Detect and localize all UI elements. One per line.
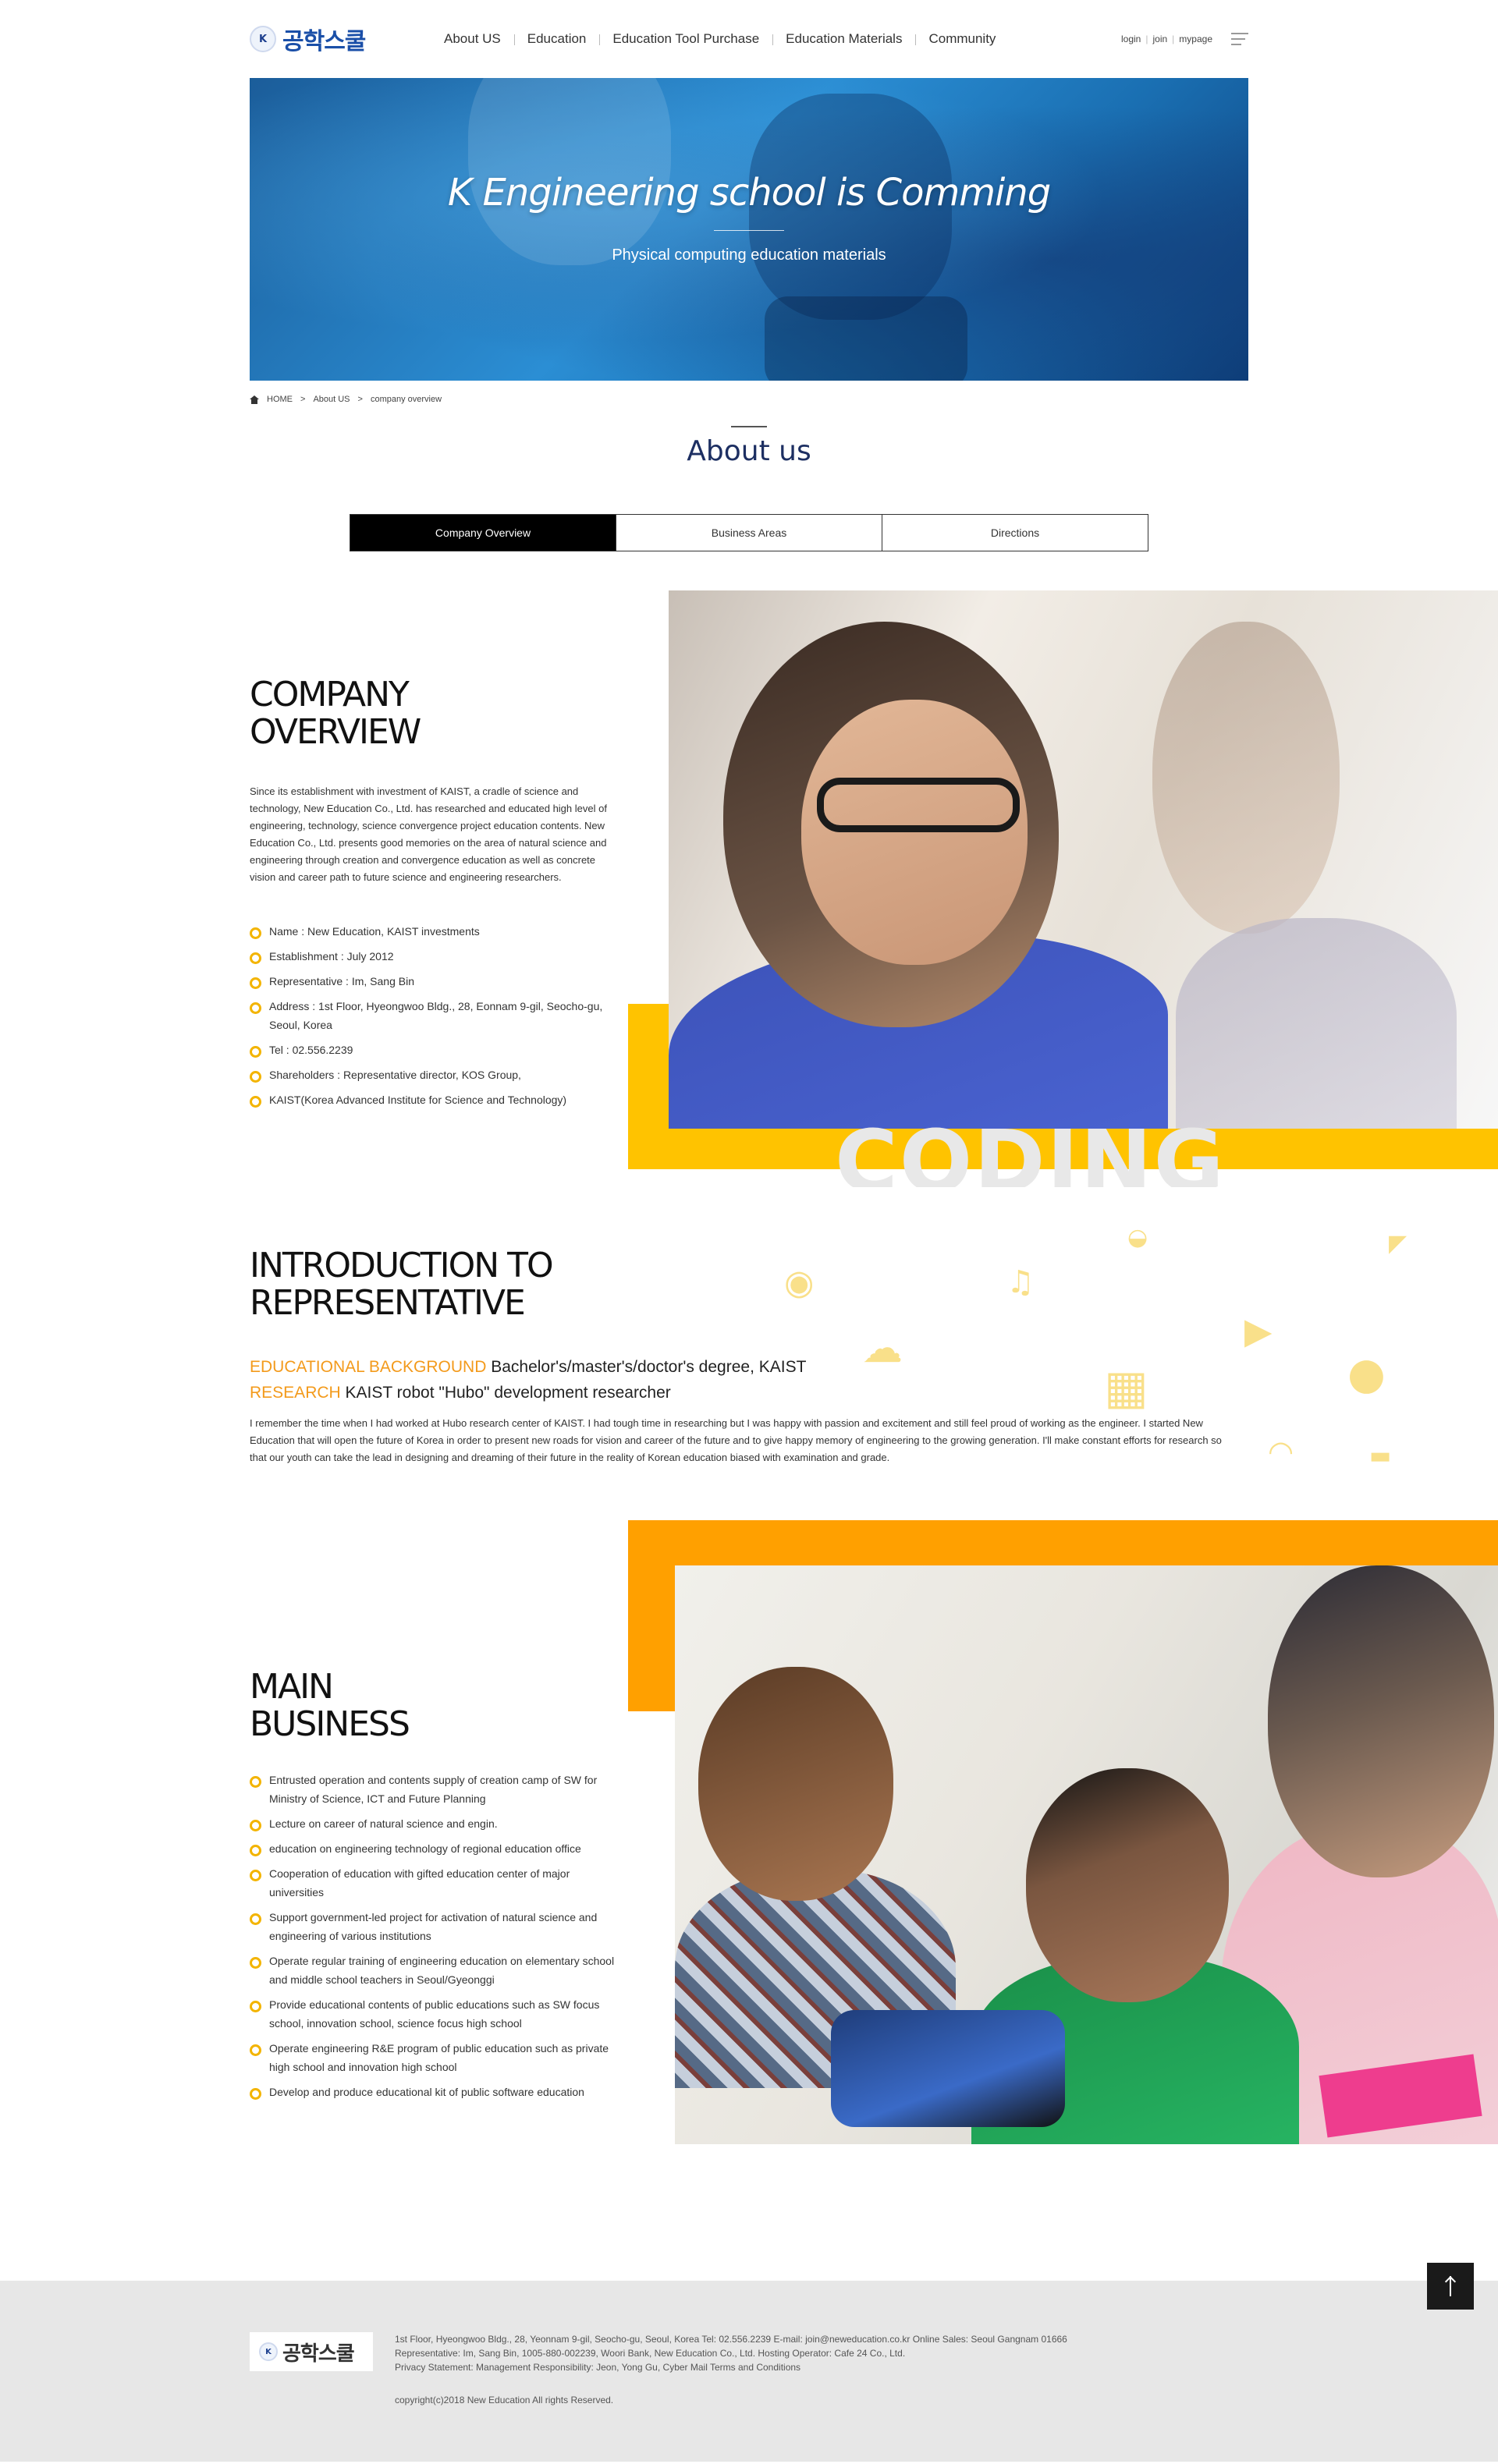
cursor-icon: ◤: [1389, 1230, 1407, 1257]
breadcrumb-separator: >: [357, 395, 363, 404]
coding-watermark: CODING: [835, 1117, 1226, 1187]
list-item: Cooperation of education with gifted edu…: [250, 1864, 620, 1902]
footer-logo[interactable]: K 공학스쿨: [250, 2332, 373, 2371]
list-item: Develop and produce educational kit of p…: [250, 2083, 620, 2101]
representative-description: I remember the time when I had worked at…: [250, 1417, 1222, 1464]
wifi-icon: ◠: [1268, 1434, 1294, 1469]
research-tag: RESEARCH: [250, 1384, 341, 1402]
logo-mark: K: [250, 26, 276, 52]
overview-description: Since its establishment with investment …: [250, 785, 607, 884]
tab-directions[interactable]: Directions: [882, 515, 1148, 551]
breadcrumb-separator: >: [300, 395, 306, 404]
representative-title-line1: INTRODUCTION TO: [250, 1246, 554, 1285]
representative-title: INTRODUCTION TO REPRESENTATIVE: [250, 1247, 1248, 1321]
list-item: Entrusted operation and contents supply …: [250, 1771, 620, 1808]
footer-representative: Representative: Im, Sang Bin, 1005-880-0…: [395, 2348, 906, 2359]
page-title: About us: [687, 435, 811, 467]
util-separator: |: [1172, 34, 1175, 44]
company-facts-list: Name : New Education, KAIST investments …: [250, 922, 616, 1109]
research-value: KAIST robot "Hubo" development researche…: [345, 1384, 671, 1402]
list-item: KAIST(Korea Advanced Institute for Scien…: [250, 1090, 616, 1109]
title-bar: [731, 426, 767, 427]
site-header: K 공학스쿨 About US Education Education Tool…: [0, 0, 1498, 78]
logo-text: 공학스쿨: [282, 28, 366, 55]
nav-education[interactable]: Education: [513, 31, 600, 47]
tab-bar: Company Overview Business Areas Directio…: [350, 514, 1148, 551]
overview-title-line1: COMPANY: [250, 675, 410, 714]
play-icon: ▶: [1244, 1310, 1273, 1352]
representative-section: ◉ ♫ ◒ ◤ ☁ ▶ ▦ ● ◠ ▬ INTRODUCTION TO REPR…: [0, 1224, 1498, 1520]
hero-subtitle: Physical computing education materials: [612, 246, 886, 264]
list-item: Representative : Im, Sang Bin: [250, 972, 616, 991]
join-link[interactable]: join: [1152, 34, 1167, 44]
footer-privacy: Privacy Statement: Management Responsibi…: [395, 2362, 801, 2373]
representative-title-line2: REPRESENTATIVE: [250, 1282, 526, 1323]
hero-title: K Engineering school is Comming: [447, 171, 1051, 214]
list-item: Operate engineering R&E program of publi…: [250, 2039, 620, 2076]
menu-icon[interactable]: [1231, 33, 1248, 45]
company-overview-section: CODING COMPANY OVERVIEW Since its establ…: [0, 590, 1498, 1224]
site-footer: K 공학스쿨 1st Floor, Hyeongwoo Bldg., 28, Y…: [0, 2281, 1498, 2462]
util-separator: |: [1145, 34, 1148, 44]
representative-credentials: EDUCATIONAL BACKGROUND Bachelor's/master…: [250, 1354, 1248, 1406]
business-title-line2: BUSINESS: [250, 1704, 410, 1744]
list-item: Operate regular training of engineering …: [250, 1952, 620, 1989]
list-item: Tel : 02.556.2239: [250, 1041, 616, 1059]
students-photo: [669, 590, 1498, 1129]
list-item: Shareholders : Representative director, …: [250, 1065, 616, 1084]
overview-text: COMPANY OVERVIEW Since its establishment…: [250, 676, 616, 1115]
education-value: Bachelor's/master's/doctor's degree, KAI…: [491, 1358, 807, 1377]
car-icon: ▬: [1369, 1442, 1392, 1470]
tab-company-overview[interactable]: Company Overview: [350, 515, 616, 551]
footer-address: 1st Floor, Hyeongwoo Bldg., 28, Yeonnam …: [395, 2334, 1067, 2345]
kids-robot-photo: [675, 1565, 1498, 2144]
hero-divider: [714, 230, 784, 231]
user-icon: ●: [1347, 1349, 1386, 1399]
education-tag: EDUCATIONAL BACKGROUND: [250, 1358, 487, 1377]
business-text: MAIN BUSINESS Entrusted operation and co…: [250, 1668, 620, 2108]
business-list: Entrusted operation and contents supply …: [250, 1771, 620, 2101]
breadcrumb-home[interactable]: HOME: [267, 395, 293, 404]
list-item: Support government-led project for activ…: [250, 1908, 620, 1945]
arrow-up-icon: [1450, 2276, 1451, 2296]
scroll-top-button[interactable]: [1427, 2263, 1474, 2310]
util-links: login | join | mypage: [1121, 33, 1248, 45]
footer-info: 1st Floor, Hyeongwoo Bldg., 28, Yeonnam …: [395, 2332, 1067, 2407]
overview-title: COMPANY OVERVIEW: [250, 676, 616, 750]
nav-about-us[interactable]: About US: [431, 31, 514, 47]
list-item: Establishment : July 2012: [250, 947, 616, 966]
nav-education-materials[interactable]: Education Materials: [772, 31, 915, 47]
mypage-link[interactable]: mypage: [1179, 34, 1212, 44]
home-icon[interactable]: [250, 395, 259, 404]
breadcrumb: HOME > About US > company overview: [250, 395, 1248, 404]
hero-banner: K Engineering school is Comming Physical…: [250, 78, 1248, 381]
nav-community[interactable]: Community: [915, 31, 1009, 47]
tab-business-areas[interactable]: Business Areas: [616, 515, 882, 551]
footer-logo-text: 공학스쿨: [282, 2342, 355, 2366]
list-item: Provide educational contents of public e…: [250, 1995, 620, 2033]
business-title: MAIN BUSINESS: [250, 1668, 620, 1743]
logo[interactable]: K 공학스쿨: [250, 22, 406, 56]
list-item: Name : New Education, KAIST investments: [250, 922, 616, 941]
nav-education-tool-purchase[interactable]: Education Tool Purchase: [599, 31, 772, 47]
main-nav: About US Education Education Tool Purcha…: [431, 31, 1009, 47]
business-title-line1: MAIN: [250, 1667, 334, 1707]
main-business-section: MAIN BUSINESS Entrusted operation and co…: [0, 1520, 1498, 2281]
footer-copyright: copyright(c)2018 New Education All right…: [395, 2395, 614, 2406]
login-link[interactable]: login: [1121, 34, 1141, 44]
overview-title-line2: OVERVIEW: [250, 711, 421, 752]
list-item: Address : 1st Floor, Hyeongwoo Bldg., 28…: [250, 997, 616, 1034]
list-item: education on engineering technology of r…: [250, 1839, 620, 1858]
breadcrumb-about[interactable]: About US: [313, 395, 350, 404]
breadcrumb-current: company overview: [370, 395, 442, 404]
list-item: Lecture on career of natural science and…: [250, 1814, 620, 1833]
page-title-block: About us: [0, 426, 1498, 467]
logo-mark: K: [259, 2342, 278, 2361]
